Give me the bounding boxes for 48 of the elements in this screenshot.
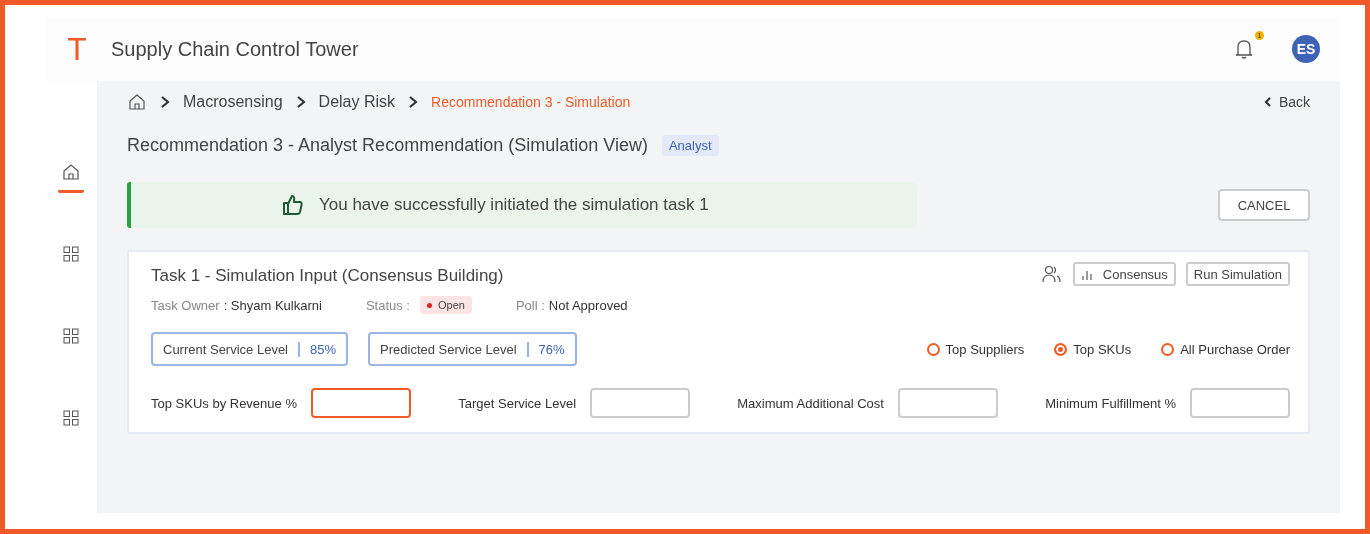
status-label: Status : — [365, 297, 410, 313]
metric-label: Current Service Level — [162, 341, 289, 357]
grid-icon — [62, 409, 80, 427]
owner-name: : Shyam Kulkarni — [223, 297, 322, 313]
users-icon[interactable] — [1040, 263, 1063, 285]
field-label: Maximum Additional Cost — [737, 395, 884, 411]
app-title: Supply Chain Control Tower — [111, 37, 359, 61]
field-label: Minimum Fulfillment % — [1045, 395, 1176, 411]
field-label: Target Service Level — [458, 395, 576, 411]
thumbs-up-icon — [281, 193, 305, 217]
input-field[interactable] — [590, 388, 690, 418]
poll-label: Poll : — [515, 297, 545, 313]
grid-icon — [62, 245, 80, 263]
breadcrumb-link[interactable]: Macrosensing — [183, 93, 283, 111]
radio-label: Top Suppliers — [945, 341, 1025, 357]
logo: T — [66, 30, 88, 68]
radio-label: Top SKUs — [1073, 341, 1132, 357]
run-simulation-button[interactable]: Run Simulation — [1185, 262, 1290, 286]
radio-button[interactable] — [1054, 342, 1068, 356]
radio-option[interactable]: Top Suppliers — [926, 341, 1025, 357]
alert-message: You have successfully initiated the simulation task 1 — [319, 195, 709, 215]
owner-label: Task Owner — [151, 297, 220, 313]
status-badge: Open — [420, 296, 472, 314]
field-label: Top SKUs by Revenue % — [151, 395, 297, 411]
chevron-right-icon — [407, 95, 420, 109]
task-title: Task 1 - Simulation Input (Consensus Building) — [151, 266, 504, 286]
chevron-right-icon — [159, 95, 171, 109]
metric-value: 76% — [526, 341, 575, 357]
cancel-button[interactable]: CANCEL — [1218, 189, 1310, 221]
user-avatar[interactable]: ES — [1292, 35, 1320, 63]
input-field[interactable] — [310, 388, 411, 418]
input-field[interactable] — [1189, 388, 1290, 418]
metric-value: 85% — [298, 341, 347, 357]
radio-button[interactable] — [1161, 342, 1175, 356]
radio-button[interactable] — [926, 342, 940, 356]
role-badge: Analyst — [661, 135, 719, 156]
grid-icon — [62, 327, 80, 345]
page-title: Recommendation 3 - Analyst Recommendation (Simulation View) — [127, 135, 648, 156]
input-field[interactable] — [897, 388, 998, 418]
radio-option[interactable]: Top SKUs — [1054, 341, 1132, 357]
back-link[interactable]: Back — [1262, 94, 1310, 110]
metric-label: Predicted Service Level — [379, 341, 518, 357]
home-icon[interactable] — [127, 92, 147, 112]
home-icon — [62, 163, 80, 181]
chevron-left-icon — [1262, 96, 1273, 108]
breadcrumb-link[interactable]: Delay Risk — [318, 93, 396, 111]
poll-value: Not Approved — [548, 297, 628, 313]
consensus-button[interactable]: Consensus — [1072, 262, 1176, 286]
